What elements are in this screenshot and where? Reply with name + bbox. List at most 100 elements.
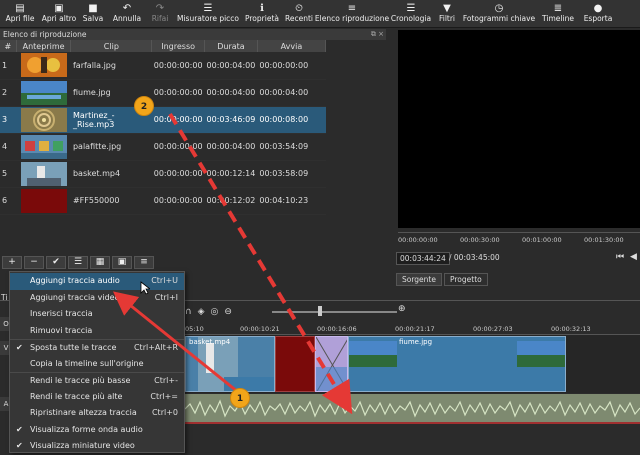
ruler-tick: 05:10 (185, 325, 204, 333)
play-icon[interactable]: ◀ (630, 252, 637, 262)
table-row[interactable]: 4 palafitte.jpg 00:00:00:00 00:00:04:00 … (0, 133, 326, 161)
menu-item-insert-track[interactable]: Inserisci traccia (10, 306, 184, 323)
column-header[interactable]: Durata (204, 40, 258, 52)
menu-item-copy-timeline[interactable]: Copia la timeline sull'origine (10, 356, 184, 373)
menu-shortcut: Ctrl+- (154, 376, 178, 385)
properties-button[interactable]: ℹ Proprietà (242, 0, 282, 28)
playlist-icon: ≡ (347, 3, 357, 14)
clip-name: basket.mp4 (70, 160, 152, 188)
tab-source[interactable]: Sorgente (396, 273, 442, 286)
peak-meter-button[interactable]: ☰ Misuratore picco (174, 0, 242, 28)
open-file-button[interactable]: ▤ Apri file (0, 0, 40, 28)
clip-name: farfalla.jpg (70, 52, 152, 80)
clip-label: basket.mp4 (189, 338, 231, 346)
redo-label: Rifai (151, 14, 169, 23)
menu-item-tracks-taller[interactable]: Rendi le tracce più alte Ctrl+= (10, 389, 184, 406)
annotation-badge-2: 2 (134, 96, 154, 116)
video-player[interactable] (398, 30, 640, 228)
clip-in: 00:00:00:00 (151, 187, 205, 215)
filters-button[interactable]: ▼ Filtri (434, 0, 460, 28)
table-row[interactable]: 5 basket.mp4 00:00:00:00 00:00:12:14 00:… (0, 160, 326, 188)
save-button[interactable]: ■ Salva (78, 0, 108, 28)
menu-item-show-waveforms[interactable]: ✔ Visualizza forme onda audio (10, 422, 184, 439)
open-other-label: Apri altro (41, 14, 77, 23)
menu-item-show-thumbnails[interactable]: ✔ Visualizza miniature video (10, 438, 184, 455)
playlist-button[interactable]: ≡ Elenco riproduzione (315, 0, 389, 28)
playlist-title: Elenco di riproduzione (3, 30, 87, 39)
zoom-in-icon[interactable]: ⊕ (398, 304, 406, 314)
history-button[interactable]: ☰ Cronologia (388, 0, 434, 28)
table-row[interactable]: 2 fiume.jpg 00:00:00:00 00:00:04:00 00:0… (0, 79, 326, 107)
scrub-icon[interactable]: ◈ (198, 307, 205, 317)
skip-prev-icon[interactable]: ⏮ (616, 252, 624, 262)
check-icon[interactable]: ✔ (46, 256, 66, 269)
peak-meter-label: Misuratore picco (176, 14, 240, 23)
menu-shortcut: Ctrl+Alt+R (133, 343, 178, 352)
table-row[interactable]: 6 #FF550000 00:00:00:00 00:00:12:02 00:0… (0, 187, 326, 215)
current-time-field[interactable]: 00:03:44:24 (396, 252, 450, 265)
timeline-ruler[interactable]: 05:10 00:00:10:21 00:00:16:06 00:00:21:1… (185, 323, 640, 335)
tab-project[interactable]: Progetto (443, 273, 488, 286)
snap-icon[interactable]: ∩ (185, 307, 192, 317)
menu-label: Visualizza miniature video (30, 441, 135, 450)
audio-waveform (185, 394, 640, 424)
timeline-clip-basket[interactable]: basket.mp4 (185, 336, 275, 392)
redo-button[interactable]: ↷ Rifai (146, 0, 174, 28)
zoom-out-icon[interactable]: ⊖ (224, 307, 232, 317)
timeline-track-label: Ti (1, 293, 8, 302)
menu-item-tracks-shorter[interactable]: Rendi le tracce più basse Ctrl+- (10, 372, 184, 389)
column-header[interactable]: # (0, 40, 17, 52)
thumbnail (16, 52, 71, 80)
recent-button[interactable]: ⏲ Recenti (282, 0, 316, 28)
menu-shortcut: Ctrl+I (154, 292, 178, 302)
ripple-icon[interactable]: ◎ (211, 307, 219, 317)
clip-start: 00:00:00:00 (257, 52, 326, 80)
zoom-slider-handle[interactable] (318, 306, 322, 316)
menu-label: Sposta tutte le tracce (30, 343, 117, 352)
menu-icon[interactable]: ≡ (134, 256, 154, 269)
details-view-icon[interactable]: ☰ (68, 256, 88, 269)
menu-item-add-video-track[interactable]: Aggiungi traccia video Ctrl+I (10, 290, 184, 307)
icons-view-icon[interactable]: ▣ (112, 256, 132, 269)
remove-icon[interactable]: − (24, 256, 44, 269)
column-header[interactable]: Anteprime (16, 40, 72, 52)
timeline-label: Timeline (542, 14, 574, 23)
undo-button[interactable]: ↶ Annulla (108, 0, 146, 28)
export-button[interactable]: ● Esporta (578, 0, 618, 28)
tiles-view-icon[interactable]: ▦ (90, 256, 110, 269)
menu-item-ripple-all-tracks[interactable]: ✔ Sposta tutte le tracce Ctrl+Alt+R (10, 339, 184, 356)
column-header[interactable]: Ingresso (151, 40, 206, 52)
thumbnail (16, 160, 71, 188)
column-header[interactable]: Avvia (257, 40, 327, 52)
ruler-tick: 00:00:32:13 (551, 325, 591, 333)
timeline-transition[interactable] (315, 336, 348, 392)
zoom-slider[interactable] (272, 311, 397, 313)
menu-label: Aggiungi traccia audio (30, 276, 120, 285)
player-ruler[interactable]: 00:00:00:00 00:00:30:00 00:01:00:00 00:0… (398, 232, 640, 246)
timeline-clip-fiume[interactable]: fiume.jpg (348, 336, 566, 392)
open-other-button[interactable]: ▣ Apri altro (40, 0, 78, 28)
keyframes-button[interactable]: ◷ Fotogrammi chiave (460, 0, 538, 28)
ruler-tick: 00:00:30:00 (460, 236, 500, 244)
menu-item-remove-track[interactable]: Rimuovi traccia (10, 323, 184, 340)
column-header[interactable]: Clip (70, 40, 153, 52)
audio-track[interactable] (185, 394, 640, 424)
keyframes-icon: ◷ (494, 3, 504, 14)
timeline-clip-color[interactable] (275, 336, 315, 392)
video-track[interactable]: basket.mp4 fiume.jpg (185, 335, 640, 393)
playlist-toolbar: + − ✔ ☰ ▦ ▣ ≡ (0, 256, 160, 270)
checkmark-icon: ✔ (16, 441, 23, 450)
close-icon[interactable]: ⧉ × (371, 29, 384, 40)
timeline-button[interactable]: ≣ Timeline (538, 0, 578, 28)
clip-in: 00:00:00:00 (151, 52, 205, 80)
add-icon[interactable]: + (2, 256, 22, 269)
save-icon: ■ (88, 3, 98, 14)
table-row[interactable]: 1 farfalla.jpg 00:00:00:00 00:00:04:00 0… (0, 52, 326, 80)
keyframes-label: Fotogrammi chiave (462, 14, 536, 23)
undo-icon: ↶ (122, 3, 132, 14)
playlist-table: # Anteprime Clip Ingresso Durata Avvia 1… (0, 40, 327, 215)
menu-item-add-audio-track[interactable]: Aggiungi traccia audio Ctrl+U (10, 273, 184, 290)
clip-name: #FF550000 (70, 187, 152, 215)
table-row[interactable]: 3 Martinez_-_Rise.mp3 00:00:00:00 00:03:… (0, 106, 326, 134)
menu-item-reset-track-height[interactable]: Ripristinare altezza traccia Ctrl+0 (10, 405, 184, 422)
